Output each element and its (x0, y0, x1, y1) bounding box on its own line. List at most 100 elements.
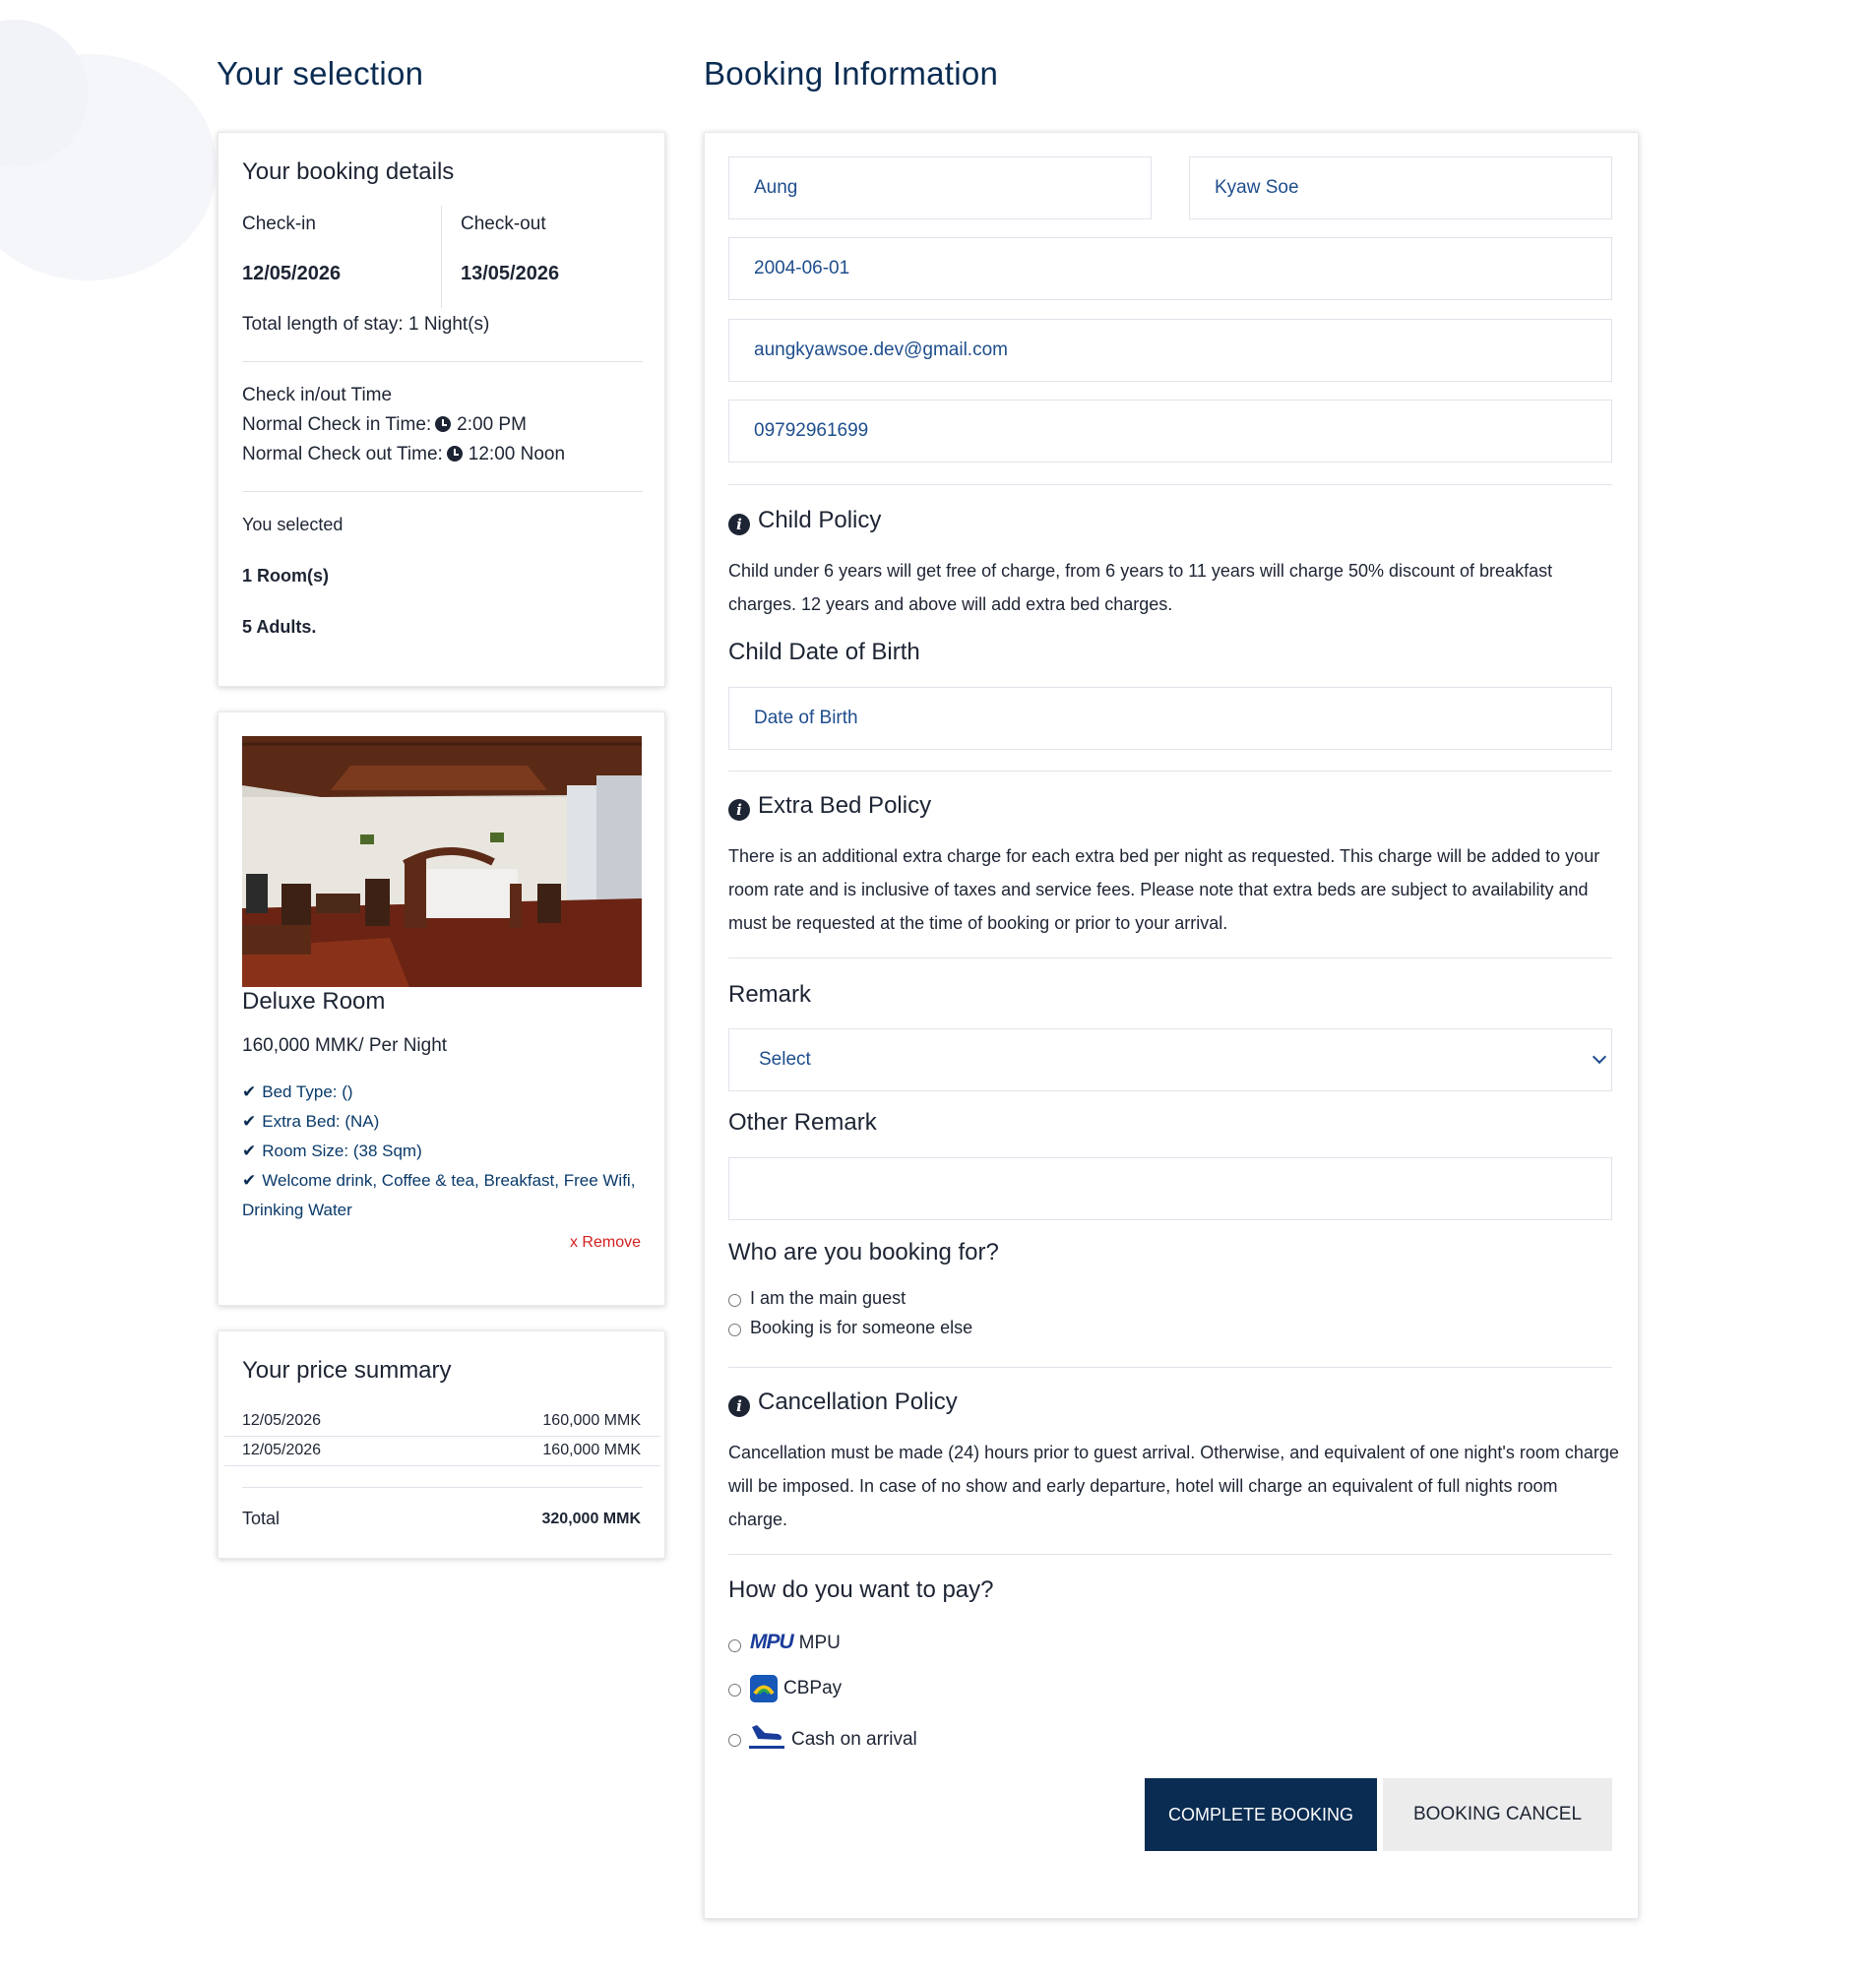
divider (728, 1367, 1612, 1368)
divider (224, 1436, 660, 1437)
divider (728, 771, 1612, 772)
divider (728, 957, 1612, 958)
you-selected-heading: You selected (242, 515, 344, 534)
feature-text: Bed Type: () (262, 1082, 353, 1101)
cancellation-policy-heading: i Cancellation Policy (728, 1389, 958, 1417)
adults-count: 5 Adults. (242, 617, 317, 637)
room-feature-continued: Drinking Water (242, 1201, 352, 1219)
extra-bed-policy-title: Extra Bed Policy (758, 792, 932, 819)
divider (242, 491, 643, 492)
normal-checkout-value: 12:00 Noon (468, 444, 566, 464)
price-row-date: 12/05/2026 (242, 1442, 322, 1458)
someone-else-radio[interactable] (728, 1324, 741, 1336)
price-row-amount: 160,000 MMK (542, 1442, 641, 1458)
last-name-input[interactable]: Kyaw Soe (1189, 156, 1612, 219)
price-summary-heading: Your price summary (242, 1357, 452, 1384)
room-card: Deluxe Room 160,000 MMK/ Per Night ✔ Bed … (218, 711, 665, 1306)
divider (224, 1465, 660, 1466)
info-icon: i (728, 1395, 750, 1417)
cbpay-option: CBPay (750, 1675, 842, 1702)
extra-bed-policy-heading: i Extra Bed Policy (728, 792, 931, 821)
cbpay-radio[interactable] (728, 1684, 741, 1697)
normal-checkout-label: Normal Check out Time: (242, 444, 443, 464)
divider (728, 1554, 1612, 1555)
check-icon: ✔ (242, 1171, 257, 1190)
feature-text: Extra Bed: (NA) (262, 1112, 380, 1131)
price-summary-card: Your price summary 12/05/2026 160,000 MM… (218, 1330, 665, 1559)
main-guest-label: I am the main guest (750, 1288, 907, 1308)
phone-input[interactable]: 09792961699 (728, 400, 1612, 463)
booking-form-card: Aung Kyaw Soe 2004-06-01 aungkyawsoe.dev… (704, 132, 1639, 1919)
extra-bed-policy-text: There is an additional extra charge for … (728, 846, 1600, 933)
check-icon: ✔ (242, 1112, 257, 1131)
cash-label: Cash on arrival (791, 1729, 917, 1750)
booking-details-card: Your booking details Check-in Check-out … (218, 132, 665, 687)
checkin-label: Check-in (242, 214, 316, 234)
normal-checkin-value: 2:00 PM (457, 414, 527, 435)
cancellation-policy-title: Cancellation Policy (758, 1389, 958, 1415)
rooms-count: 1 Room(s) (242, 566, 330, 586)
child-dob-heading: Child Date of Birth (728, 639, 920, 665)
info-icon: i (728, 799, 750, 821)
room-feature: ✔ Bed Type: () (242, 1082, 353, 1102)
total-label: Total (242, 1509, 281, 1528)
clock-icon (446, 446, 463, 462)
first-name-input[interactable]: Aung (728, 156, 1152, 219)
cbpay-logo (750, 1675, 778, 1702)
room-feature: ✔ Room Size: (38 Sqm) (242, 1142, 422, 1161)
remove-room-link[interactable]: x Remove (570, 1234, 641, 1252)
room-photo (242, 736, 642, 987)
normal-checkout-time: Normal Check out Time: 12:00 Noon (242, 444, 565, 465)
booking-cancel-button[interactable]: BOOKING CANCEL (1383, 1778, 1612, 1851)
feature-text: Welcome drink, Coffee & tea, Breakfast, … (262, 1171, 636, 1190)
child-dob-input[interactable]: Date of Birth (728, 687, 1612, 750)
normal-checkin-time: Normal Check in Time: 2:00 PM (242, 414, 527, 436)
price-row-amount: 160,000 MMK (542, 1412, 641, 1429)
child-policy-text: Child under 6 years will get free of cha… (728, 561, 1553, 614)
check-icon: ✔ (242, 1082, 257, 1101)
child-policy-heading: i Child Policy (728, 507, 881, 535)
divider (728, 484, 1612, 485)
checkout-label: Check-out (461, 214, 546, 234)
check-icon: ✔ (242, 1142, 257, 1160)
who-booking-for-heading: Who are you booking for? (728, 1239, 999, 1266)
cash-option: Cash on arrival (748, 1721, 917, 1751)
mpu-label: MPU (798, 1633, 841, 1653)
complete-booking-button[interactable]: COMPLETE BOOKING (1145, 1778, 1377, 1851)
feature-text: Room Size: (38 Sqm) (262, 1142, 422, 1160)
child-policy-title: Child Policy (758, 507, 882, 533)
clock-icon (435, 416, 452, 432)
divider (441, 206, 442, 308)
price-row-date: 12/05/2026 (242, 1412, 322, 1429)
info-icon: i (728, 514, 750, 535)
remark-heading: Remark (728, 981, 812, 1008)
checkout-date: 13/05/2026 (461, 263, 560, 284)
remark-selected-value: Select (759, 1049, 811, 1070)
mpu-radio[interactable] (728, 1639, 741, 1652)
cash-radio[interactable] (728, 1734, 741, 1747)
total-value: 320,000 MMK (541, 1511, 642, 1527)
main-guest-radio[interactable] (728, 1294, 741, 1307)
normal-checkin-label: Normal Check in Time: (242, 414, 432, 435)
your-selection-title: Your selection (217, 55, 424, 92)
booking-details-heading: Your booking details (242, 158, 455, 185)
divider (242, 1487, 643, 1488)
date-of-birth-input[interactable]: 2004-06-01 (728, 237, 1612, 300)
other-remark-input[interactable] (728, 1157, 1612, 1220)
checkin-out-time-heading: Check in/out Time (242, 385, 393, 405)
cancellation-policy-text: Cancellation must be made (24) hours pri… (728, 1443, 1619, 1529)
remark-select[interactable]: Select (728, 1028, 1612, 1091)
room-price: 160,000 MMK/ Per Night (242, 1035, 448, 1056)
mpu-logo: MPU (750, 1631, 794, 1653)
someone-else-label: Booking is for someone else (750, 1318, 973, 1337)
length-of-stay: Total length of stay: 1 Night(s) (242, 314, 490, 335)
cbpay-label: CBPay (783, 1678, 843, 1698)
room-feature: ✔ Welcome drink, Coffee & tea, Breakfast,… (242, 1171, 635, 1191)
room-feature: ✔ Extra Bed: (NA) (242, 1112, 379, 1132)
other-remark-heading: Other Remark (728, 1109, 877, 1136)
room-name: Deluxe Room (242, 988, 386, 1015)
divider (242, 361, 643, 362)
payment-heading: How do you want to pay? (728, 1576, 994, 1603)
plane-icon (749, 1725, 784, 1749)
email-input[interactable]: aungkyawsoe.dev@gmail.com (728, 319, 1612, 382)
